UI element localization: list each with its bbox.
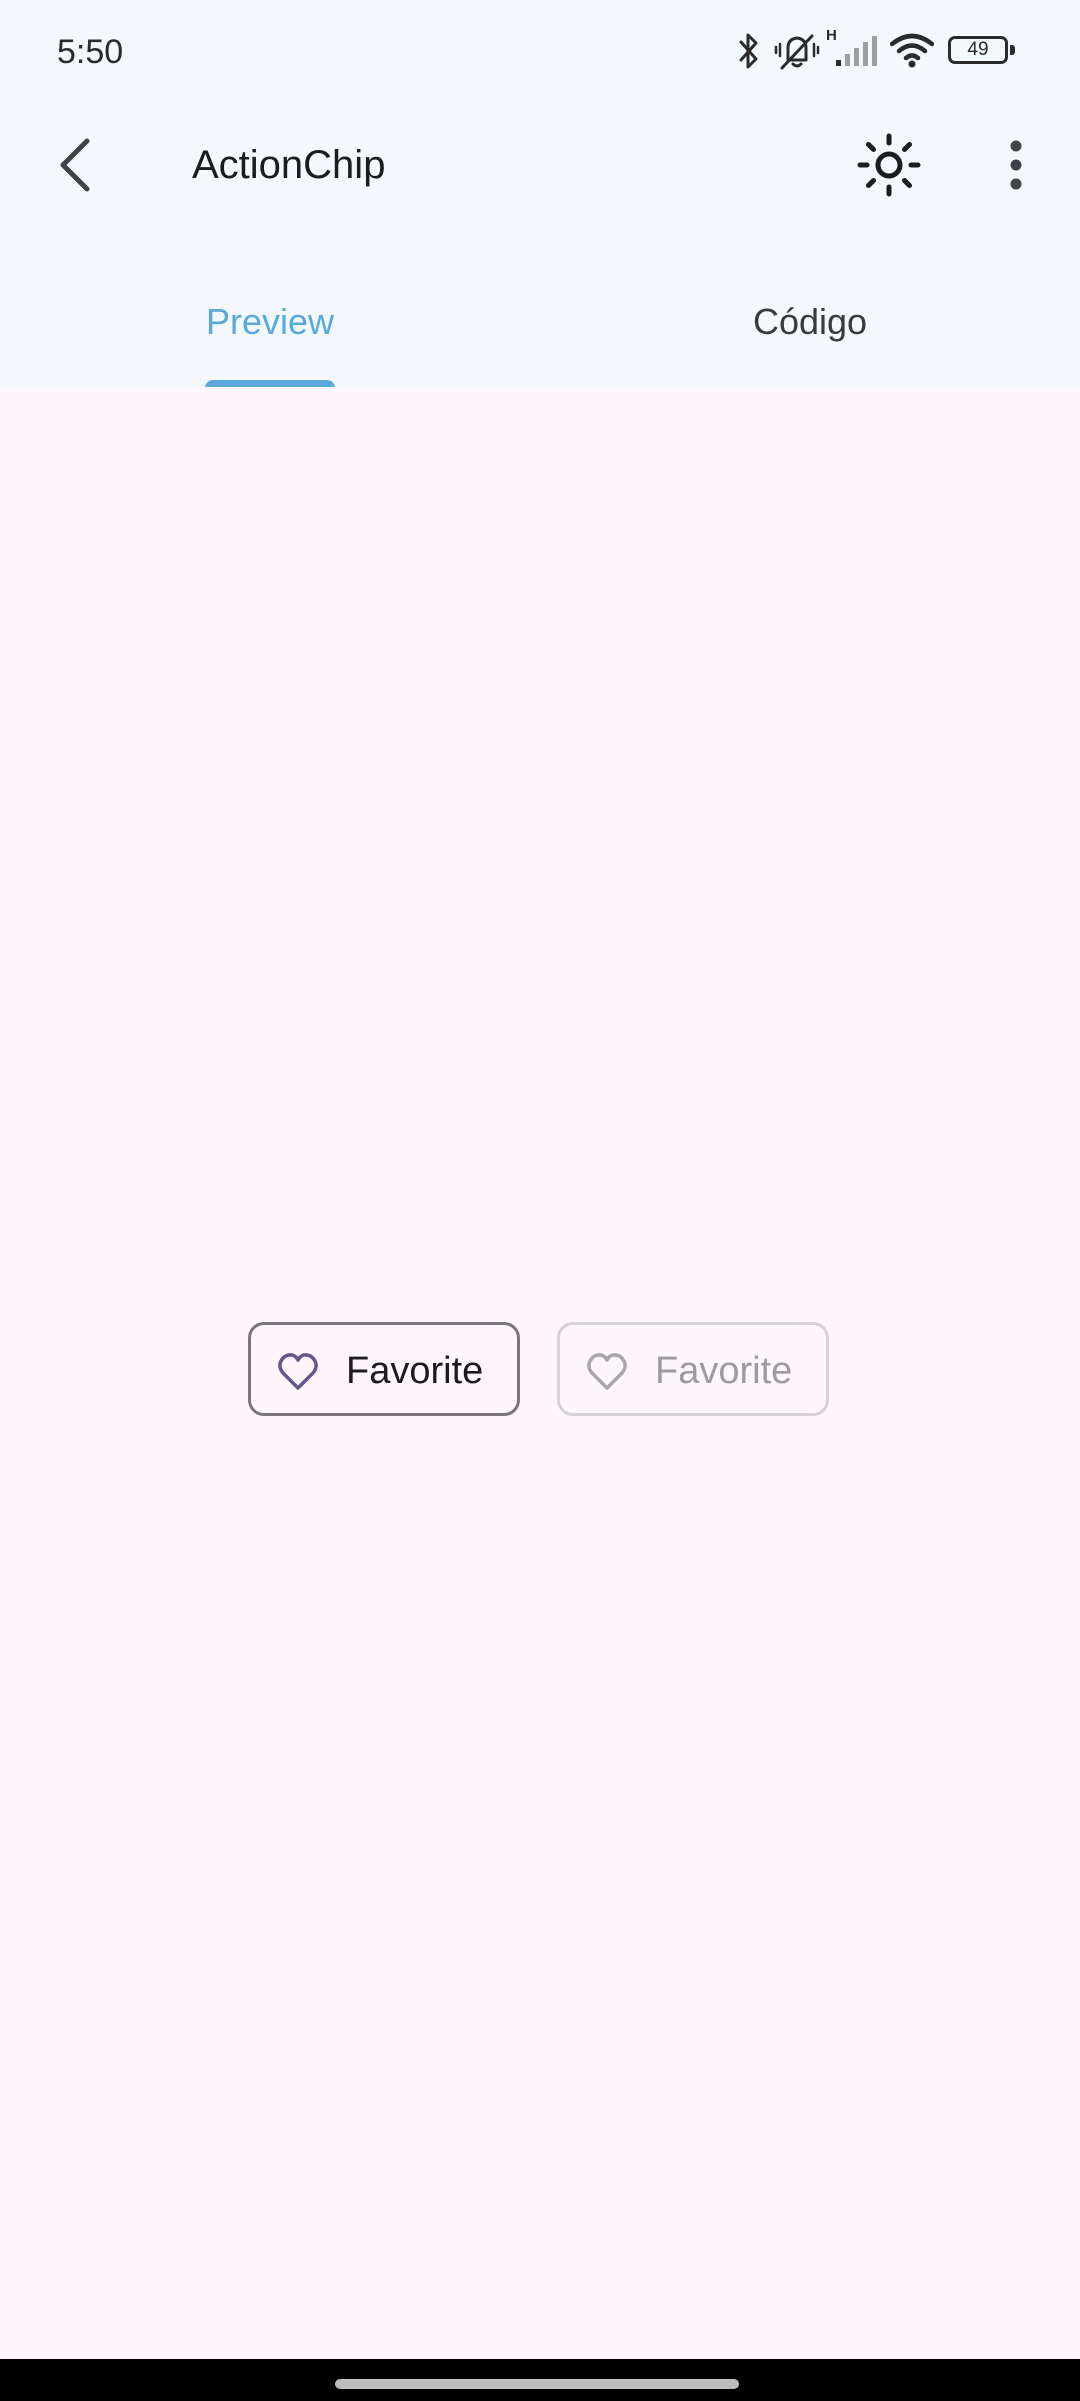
cell-signal-icon: H xyxy=(826,28,882,70)
tab-preview[interactable]: Preview xyxy=(0,260,540,388)
battery-level: 49 xyxy=(967,39,989,60)
more-options-button[interactable] xyxy=(980,122,1052,208)
app-title: ActionChip xyxy=(192,143,386,187)
chip-label: Favorite xyxy=(655,1350,793,1392)
sun-icon xyxy=(857,133,921,197)
top-region: 5:50 H 49 ActionChip Preview Código xyxy=(0,0,1080,388)
heart-outline-icon xyxy=(278,1353,318,1390)
more-vert-icon xyxy=(1010,140,1022,190)
back-arrow-icon xyxy=(60,138,90,192)
status-bar: 5:50 H 49 xyxy=(0,0,1080,104)
app-bar: ActionChip xyxy=(0,104,1080,226)
tab-bar: Preview Código xyxy=(0,260,1080,388)
gesture-handle[interactable] xyxy=(335,2379,739,2389)
favorite-chip-disabled: Favorite xyxy=(557,1322,829,1416)
chip-label: Favorite xyxy=(346,1350,484,1392)
theme-toggle-button[interactable] xyxy=(846,122,932,208)
battery-icon: 49 xyxy=(948,36,1018,66)
preview-content: Favorite Favorite xyxy=(0,387,1080,2359)
vibrate-icon xyxy=(774,34,820,70)
back-button[interactable] xyxy=(38,122,112,208)
favorite-chip-enabled[interactable]: Favorite xyxy=(248,1322,520,1416)
heart-outline-icon xyxy=(587,1353,627,1390)
navigation-bar xyxy=(0,2359,1080,2401)
wifi-icon xyxy=(890,33,934,68)
tab-label: Preview xyxy=(205,301,335,342)
tab-label: Código xyxy=(752,301,868,342)
tab-codigo[interactable]: Código xyxy=(540,260,1080,387)
bluetooth-icon xyxy=(739,33,758,69)
status-time: 5:50 xyxy=(57,33,124,71)
